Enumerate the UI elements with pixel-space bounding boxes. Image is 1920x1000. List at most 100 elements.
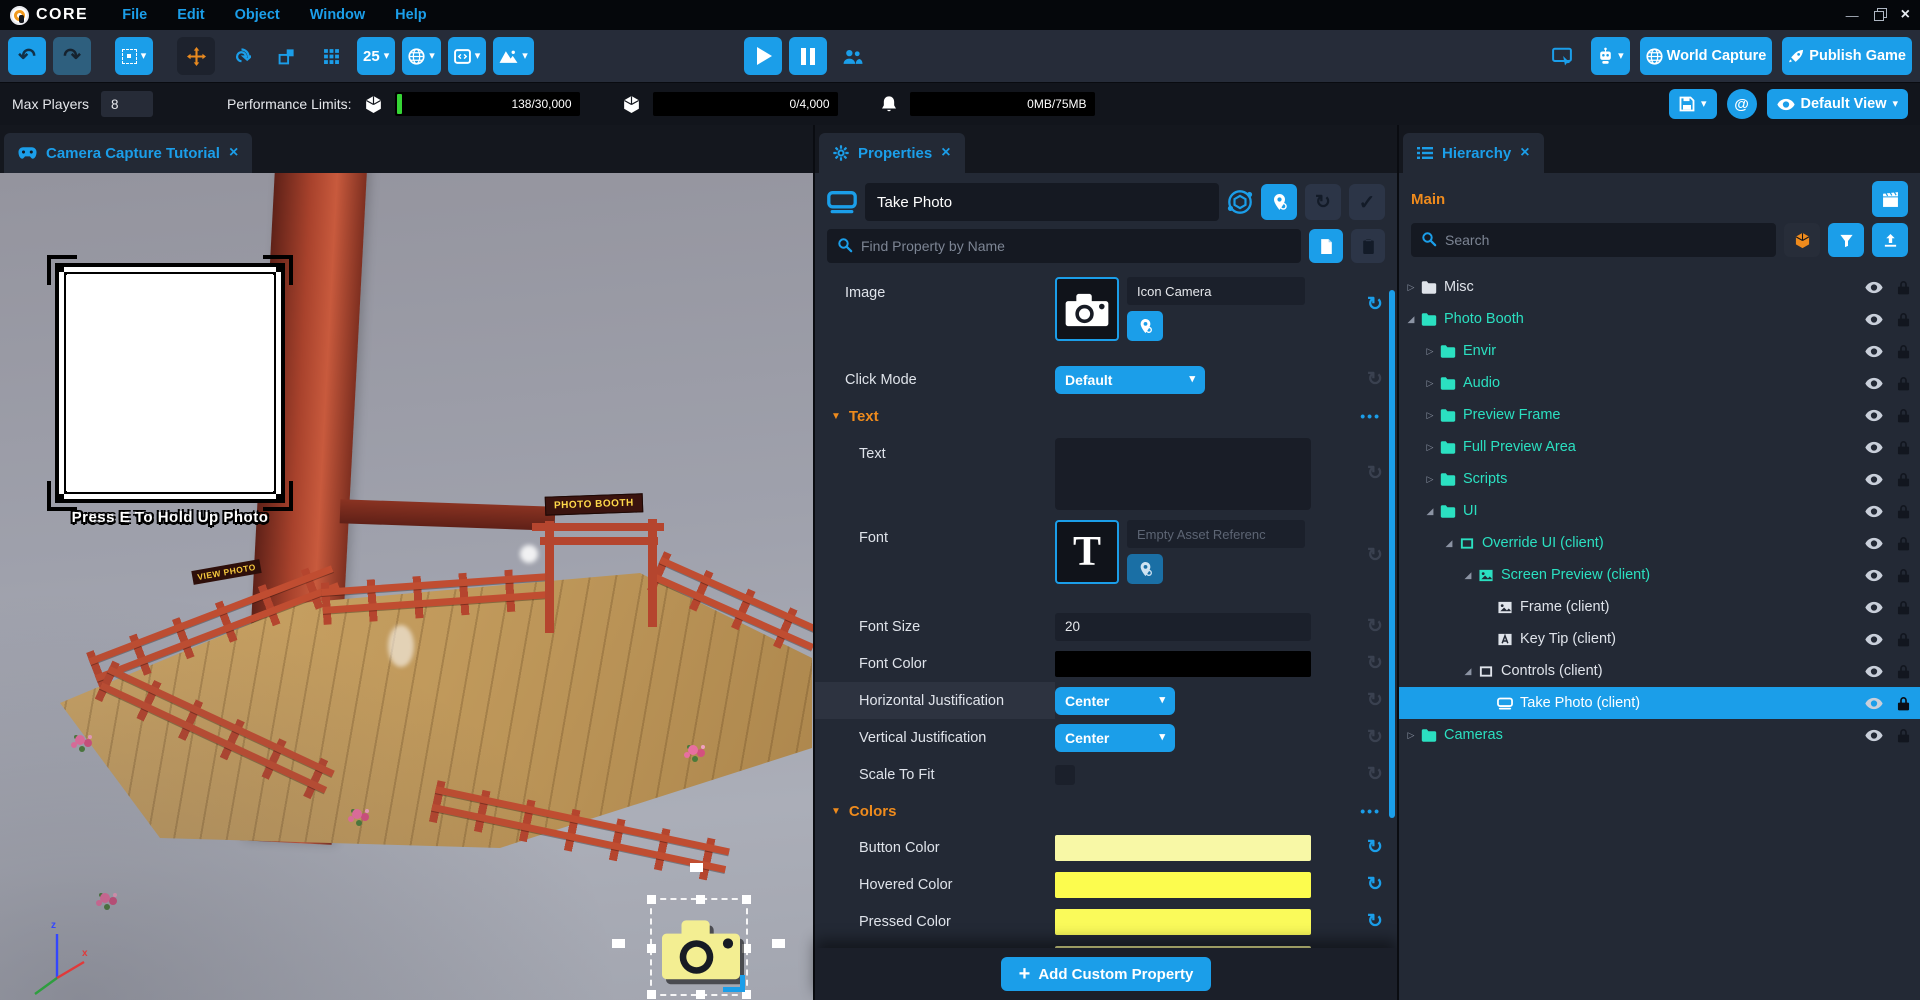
- selection-handle[interactable]: [647, 895, 656, 904]
- object-name-input[interactable]: [865, 183, 1219, 221]
- selection-outer-handle[interactable]: [612, 939, 625, 948]
- expander-icon[interactable]: ▷: [1403, 282, 1419, 293]
- show-assets-button[interactable]: [1784, 223, 1820, 257]
- hierarchy-item-photo-booth[interactable]: ◢ Photo Booth: [1399, 303, 1920, 335]
- find-asset-button[interactable]: [1261, 184, 1297, 220]
- selection-outer-handle[interactable]: [772, 939, 785, 948]
- tab-hierarchy[interactable]: Hierarchy ×: [1403, 133, 1544, 173]
- scene-settings-button[interactable]: [1872, 181, 1908, 217]
- tab-properties[interactable]: Properties ×: [819, 133, 965, 173]
- vertical-justification-dropdown[interactable]: Center▾: [1055, 724, 1175, 752]
- selection-handle[interactable]: [647, 944, 656, 953]
- menu-window[interactable]: Window: [310, 7, 365, 23]
- selection-handle[interactable]: [696, 990, 705, 999]
- section-menu-icon[interactable]: •••: [1360, 803, 1381, 819]
- reset-icon[interactable]: ↺: [1367, 691, 1383, 710]
- lock-icon[interactable]: [1897, 344, 1910, 359]
- hierarchy-item-scripts[interactable]: ▷ Scripts: [1399, 463, 1920, 495]
- section-text[interactable]: ▼ Text •••: [815, 398, 1397, 434]
- lock-icon[interactable]: [1897, 376, 1910, 391]
- take-photo-camera-button[interactable]: [659, 912, 743, 984]
- bot-tools-dropdown[interactable]: ▾: [1591, 37, 1630, 75]
- filter-button[interactable]: [1828, 223, 1864, 257]
- find-image-asset-button[interactable]: [1127, 311, 1163, 341]
- close-window-icon[interactable]: ×: [1901, 7, 1910, 23]
- find-font-asset-button[interactable]: [1127, 554, 1163, 584]
- visibility-eye-icon[interactable]: [1865, 409, 1883, 422]
- hierarchy-search-input[interactable]: [1411, 223, 1776, 257]
- hierarchy-item-envir[interactable]: ▷ Envir: [1399, 335, 1920, 367]
- visibility-eye-icon[interactable]: [1865, 377, 1883, 390]
- hierarchy-item-override-ui-client[interactable]: ◢ Override UI (client): [1399, 527, 1920, 559]
- expander-icon[interactable]: ▷: [1403, 730, 1419, 741]
- hierarchy-item-preview-frame[interactable]: ▷ Preview Frame: [1399, 399, 1920, 431]
- selection-handle[interactable]: [742, 944, 751, 953]
- font-asset-placeholder[interactable]: Empty Asset Referenc: [1127, 520, 1305, 548]
- font-size-input[interactable]: [1055, 613, 1311, 641]
- selection-handle[interactable]: [696, 895, 705, 904]
- lock-icon[interactable]: [1897, 440, 1910, 455]
- paste-properties-button[interactable]: [1351, 229, 1385, 263]
- viewport-3d-scene[interactable]: PHOTO BOOTH VIEW PHOTO Press E To Hold U…: [0, 173, 813, 1000]
- visibility-eye-icon[interactable]: [1865, 537, 1883, 550]
- scale-to-fit-checkbox[interactable]: [1055, 765, 1075, 785]
- reset-icon[interactable]: ↺: [1367, 370, 1383, 389]
- menu-file[interactable]: File: [122, 7, 147, 23]
- networked-cube-icon[interactable]: [1227, 189, 1253, 215]
- menu-help[interactable]: Help: [395, 7, 426, 23]
- reset-icon[interactable]: ↺: [1367, 765, 1383, 784]
- screen-share-button[interactable]: [1543, 37, 1581, 75]
- visibility-eye-icon[interactable]: [1865, 569, 1883, 582]
- minimize-icon[interactable]: —: [1846, 9, 1859, 22]
- save-dropdown-button[interactable]: ▾: [1669, 89, 1717, 119]
- visibility-eye-icon[interactable]: [1865, 313, 1883, 326]
- reset-icon[interactable]: ↺: [1367, 875, 1383, 894]
- expander-icon[interactable]: ◢: [1441, 538, 1457, 549]
- section-colors[interactable]: ▼ Colors •••: [815, 793, 1397, 829]
- copy-properties-button[interactable]: [1309, 229, 1343, 263]
- visibility-eye-icon[interactable]: [1865, 729, 1883, 742]
- horizontal-justification-dropdown[interactable]: Center▾: [1055, 687, 1175, 715]
- lock-icon[interactable]: [1897, 504, 1910, 519]
- hierarchy-item-cameras[interactable]: ▷ Cameras: [1399, 719, 1920, 751]
- lock-icon[interactable]: [1897, 664, 1910, 679]
- tab-camera-capture-tutorial[interactable]: Camera Capture Tutorial ×: [4, 133, 252, 173]
- visibility-eye-icon[interactable]: [1865, 281, 1883, 294]
- max-players-input[interactable]: 8: [101, 91, 153, 117]
- target-button[interactable]: @: [1727, 89, 1757, 119]
- reset-icon[interactable]: ↺: [1367, 654, 1383, 673]
- close-tab-icon[interactable]: ×: [1520, 144, 1529, 162]
- script-window-dropdown[interactable]: ▾: [448, 37, 487, 75]
- lock-icon[interactable]: [1897, 600, 1910, 615]
- lock-icon[interactable]: [1897, 408, 1910, 423]
- selection-handle[interactable]: [647, 990, 656, 999]
- expander-icon[interactable]: ▷: [1422, 346, 1438, 357]
- menu-object[interactable]: Object: [235, 7, 280, 23]
- export-button[interactable]: [1872, 223, 1908, 257]
- reset-icon[interactable]: ↺: [1367, 464, 1383, 483]
- expander-icon[interactable]: ◢: [1460, 666, 1476, 677]
- visibility-eye-icon[interactable]: [1865, 601, 1883, 614]
- pause-button[interactable]: [789, 37, 827, 75]
- reset-icon[interactable]: ↺: [1367, 838, 1383, 857]
- visibility-eye-icon[interactable]: [1865, 505, 1883, 518]
- hierarchy-item-full-preview-area[interactable]: ▷ Full Preview Area: [1399, 431, 1920, 463]
- font-color-swatch[interactable]: [1055, 651, 1311, 677]
- visibility-eye-icon[interactable]: [1865, 697, 1883, 710]
- reset-icon[interactable]: ↺: [1367, 728, 1383, 747]
- lock-icon[interactable]: [1897, 568, 1910, 583]
- hierarchy-item-audio[interactable]: ▷ Audio: [1399, 367, 1920, 399]
- grid-size-dropdown[interactable]: 25▾: [357, 37, 395, 75]
- expander-icon[interactable]: ▷: [1422, 474, 1438, 485]
- restore-icon[interactable]: [1875, 10, 1885, 20]
- lock-icon[interactable]: [1897, 312, 1910, 327]
- button-color-swatch[interactable]: [1055, 835, 1311, 861]
- lock-icon[interactable]: [1897, 696, 1910, 711]
- selection-handle[interactable]: [742, 895, 751, 904]
- expander-icon[interactable]: ▷: [1422, 378, 1438, 389]
- undo-button[interactable]: ↶: [8, 37, 46, 75]
- reset-icon[interactable]: ↺: [1367, 295, 1383, 314]
- add-custom-property-button[interactable]: + Add Custom Property: [1001, 957, 1212, 991]
- text-value-input[interactable]: [1055, 438, 1311, 510]
- expander-icon[interactable]: ▷: [1422, 442, 1438, 453]
